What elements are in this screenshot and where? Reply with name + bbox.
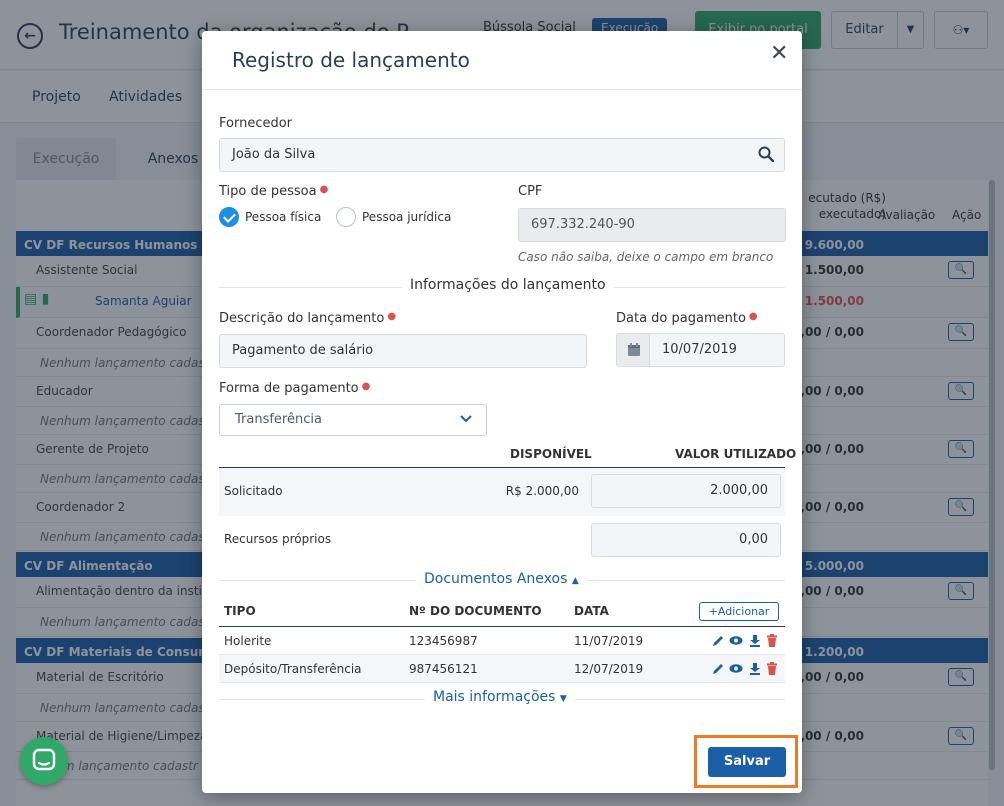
data-pagamento-value: 10/07/2019 [662, 342, 737, 357]
recursos-label: Recursos próprios [224, 532, 332, 546]
data-pagamento-label-text: Data do pagamento [616, 311, 746, 326]
cpf-label: CPF [518, 184, 543, 199]
solicitado-disponivel: R$ 2.000,00 [505, 484, 579, 498]
chevron-up-icon: ▲ [571, 576, 579, 586]
doc-col-data: DATA [574, 604, 609, 618]
tipo-pessoa-label: Tipo de pessoa ● [219, 184, 328, 199]
table-row: Holerite 123456987 11/07/2019 [219, 627, 785, 655]
search-icon[interactable] [758, 146, 774, 162]
edit-icon[interactable] [712, 662, 724, 675]
doc-col-numero: Nº DO DOCUMENTO [409, 604, 542, 618]
download-icon[interactable] [749, 634, 761, 647]
chat-icon[interactable] [20, 737, 68, 785]
add-document-label: Adicionar [717, 605, 770, 618]
cpf-hint: Caso não saiba, deixe o campo em branco [518, 250, 774, 264]
modal-header: Registro de lançamento ✕ [202, 31, 802, 90]
descricao-input[interactable]: Pagamento de salário [219, 334, 587, 368]
solicitado-valor-input[interactable]: 2.000,00 [591, 474, 781, 508]
forma-pagamento-value: Transferência [235, 412, 322, 427]
doc-data: 11/07/2019 [574, 634, 644, 648]
doc-tipo: Holerite [224, 634, 272, 648]
recursos-valor-input[interactable]: 0,00 [591, 523, 781, 557]
table-row: Depósito/Transferência 987456121 12/07/2… [219, 655, 785, 683]
cpf-input[interactable]: 697.332.240-90 [518, 208, 786, 242]
trash-icon[interactable] [766, 662, 778, 675]
tipo-pessoa-label-text: Tipo de pessoa [219, 184, 317, 199]
chat-bubble-svg [32, 748, 56, 771]
chevron-down-icon [460, 415, 472, 423]
view-icon[interactable] [729, 662, 743, 675]
chevron-down-icon: ▼ [559, 694, 567, 704]
data-pagamento-input[interactable]: 10/07/2019 [649, 333, 785, 367]
edit-icon[interactable] [712, 634, 724, 647]
fornecedor-label: Fornecedor [219, 116, 293, 131]
required-icon: ● [361, 381, 371, 392]
doc-data: 12/07/2019 [574, 662, 644, 676]
cpf-value: 697.332.240-90 [531, 217, 635, 232]
documentos-toggle[interactable]: Documentos Anexos ▲ [416, 571, 587, 587]
calendar-icon[interactable] [616, 333, 650, 367]
mais-informacoes-title: Mais informações [433, 689, 556, 705]
registro-lancamento-modal: Registro de lançamento ✕ Fornecedor João… [202, 31, 802, 793]
fornecedor-input[interactable]: João da Silva [219, 138, 785, 172]
fornecedor-value: João da Silva [232, 147, 316, 162]
download-icon[interactable] [749, 662, 761, 675]
trash-icon[interactable] [766, 634, 778, 647]
radio-pessoa-juridica[interactable] [336, 207, 356, 227]
mais-informacoes-toggle[interactable]: Mais informações ▼ [425, 689, 575, 705]
modal-title: Registro de lançamento [232, 48, 470, 72]
descricao-label: Descrição do lançamento ● [219, 311, 396, 326]
documentos-section-title: Documentos Anexos [424, 571, 568, 587]
add-document-button[interactable]: +Adicionar [699, 602, 779, 621]
solicitado-label: Solicitado [224, 484, 283, 498]
view-icon[interactable] [729, 634, 743, 647]
close-icon[interactable]: ✕ [770, 41, 788, 66]
doc-numero: 123456987 [409, 634, 478, 648]
save-button-focus-ring [694, 735, 798, 788]
descricao-value: Pagamento de salário [232, 343, 374, 358]
descricao-label-text: Descrição do lançamento [219, 311, 385, 326]
radio-pessoa-fisica[interactable] [219, 207, 239, 227]
calendar-svg [628, 343, 640, 356]
pessoa-juridica-label[interactable]: Pessoa jurídica [362, 210, 451, 224]
forma-pagamento-label-text: Forma de pagamento [219, 381, 359, 396]
solicitado-valor: 2.000,00 [710, 483, 768, 498]
doc-tipo: Depósito/Transferência [224, 662, 362, 676]
forma-pagamento-select[interactable]: Transferência [219, 404, 487, 436]
doc-numero: 987456121 [409, 662, 478, 676]
required-icon: ● [387, 311, 397, 322]
info-section-title: Informações do lançamento [402, 277, 614, 293]
plus-icon: + [708, 605, 718, 618]
col-valor-utilizado: VALOR UTILIZADO [675, 447, 797, 461]
data-pagamento-label: Data do pagamento ● [616, 311, 758, 326]
recursos-valor: 0,00 [739, 532, 768, 547]
doc-col-tipo: TIPO [224, 604, 256, 618]
required-icon: ● [319, 184, 329, 195]
pessoa-fisica-label[interactable]: Pessoa física [245, 210, 321, 224]
col-disponivel: DISPONÍVEL [510, 447, 592, 461]
required-icon: ● [748, 311, 758, 322]
forma-pagamento-label: Forma de pagamento ● [219, 381, 370, 396]
